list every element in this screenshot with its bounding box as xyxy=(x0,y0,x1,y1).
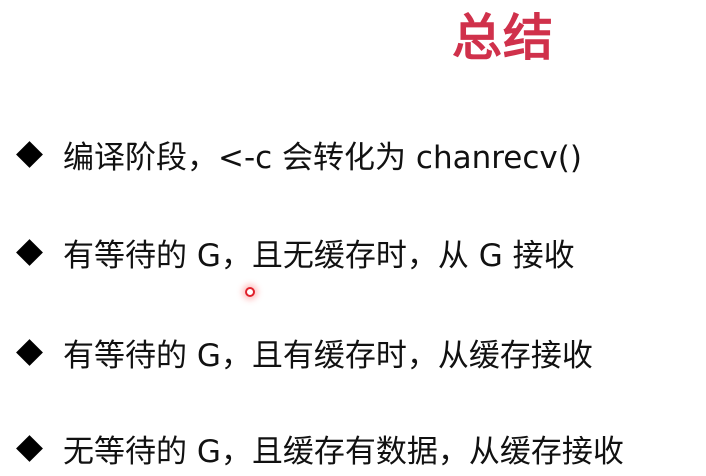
slide-title: 总结 xyxy=(452,9,554,67)
laser-pointer-icon xyxy=(245,287,255,297)
bullet-item: 有等待的 G，且无缓存时，从 G 接收 xyxy=(14,230,575,275)
bullet-item: 有等待的 G，且有缓存时，从缓存接收 xyxy=(14,330,593,375)
bullet-text: 无等待的 G，且缓存有数据，从缓存接收 xyxy=(63,434,624,470)
diamond-bullet-icon xyxy=(16,239,43,266)
diamond-bullet-icon xyxy=(16,435,43,462)
bullet-item: 编译阶段，<-c 会转化为 chanrecv() xyxy=(14,132,582,177)
bullet-text: 有等待的 G，且有缓存时，从缓存接收 xyxy=(63,338,593,374)
diamond-bullet-icon xyxy=(16,141,43,168)
bullet-text: 编译阶段，<-c 会转化为 chanrecv() xyxy=(63,140,582,176)
bullet-item: 无等待的 G，且缓存有数据，从缓存接收 xyxy=(14,426,624,471)
bullet-text: 有等待的 G，且无缓存时，从 G 接收 xyxy=(63,238,575,274)
diamond-bullet-icon xyxy=(16,339,43,366)
